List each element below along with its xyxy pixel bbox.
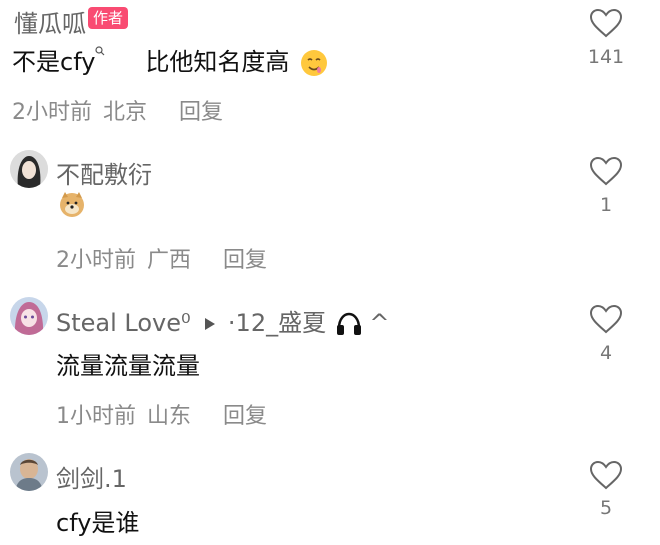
- avatar[interactable]: [10, 297, 48, 335]
- search-icon[interactable]: [95, 46, 105, 56]
- reply-button[interactable]: 回复: [223, 242, 267, 274]
- comment-text-part2: 比他知名度高: [145, 48, 290, 76]
- play-icon: [205, 318, 216, 330]
- username[interactable]: 懂瓜呱: [14, 4, 86, 39]
- reply-button[interactable]: 回复: [179, 94, 223, 126]
- drooling-emoji: [301, 50, 328, 76]
- comment-text-part1: 不是cfy: [12, 48, 96, 76]
- headphones-icon: [336, 312, 361, 335]
- like-count: 141: [587, 46, 625, 68]
- comment-time: 1小时前: [56, 404, 136, 429]
- doge-emoji: [60, 192, 84, 217]
- comment-meta: 1小时前 山东: [56, 398, 191, 430]
- username-main: Steal Love⁰: [56, 309, 191, 337]
- reply-button[interactable]: 回复: [223, 398, 267, 430]
- like-count: 5: [599, 497, 613, 519]
- heart-icon[interactable]: [589, 460, 623, 490]
- like-count: 4: [599, 342, 613, 364]
- username-suffix: ^: [369, 309, 390, 337]
- username[interactable]: 剑剑.1: [56, 459, 127, 494]
- comment-meta: 2小时前 北京: [12, 94, 147, 126]
- heart-icon[interactable]: [589, 8, 623, 38]
- comment-meta: 2小时前 广西: [56, 242, 191, 274]
- username[interactable]: Steal Love⁰ ·12_盛夏 ^: [56, 303, 389, 338]
- heart-icon[interactable]: [589, 304, 623, 334]
- heart-icon[interactable]: [589, 156, 623, 186]
- username[interactable]: 不配敷衍: [56, 155, 152, 190]
- like-count: 1: [599, 194, 613, 216]
- comment-location: 山东: [147, 404, 192, 429]
- comment-time: 2小时前: [56, 248, 136, 273]
- comment-text: 不是cfy 比他知名度高: [12, 42, 329, 78]
- comment-location: 广西: [147, 248, 192, 273]
- username-extra: ·12_盛夏: [227, 309, 327, 337]
- comment-text: 流量流量流量: [56, 352, 200, 380]
- comment-text: cfy是谁: [56, 509, 140, 537]
- author-badge: 作者: [88, 7, 129, 29]
- comment-time: 2小时前: [12, 100, 92, 125]
- comment-location: 北京: [103, 100, 148, 125]
- avatar[interactable]: [10, 150, 48, 188]
- avatar[interactable]: [10, 453, 48, 491]
